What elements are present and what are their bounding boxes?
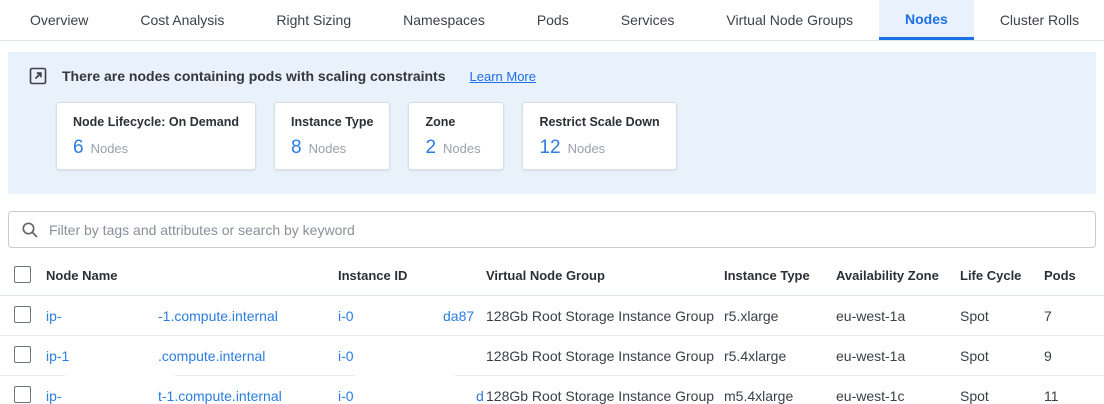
table-row[interactable]: ip-1 .compute.internal i-0 128Gb Root St…: [0, 336, 1104, 376]
card-unit: Nodes: [309, 141, 347, 156]
scale-up-icon: [28, 66, 48, 86]
node-name-fragment[interactable]: t-1.compute.internal: [158, 388, 282, 404]
row-checkbox[interactable]: [14, 346, 31, 363]
availability-zone-cell: eu-west-1c: [836, 388, 960, 404]
row-checkbox[interactable]: [14, 386, 31, 403]
card-zone[interactable]: Zone 2 Nodes: [408, 102, 504, 170]
card-unit: Nodes: [568, 141, 606, 156]
instance-id-fragment[interactable]: d: [476, 388, 484, 404]
col-instance-type: Instance Type: [724, 268, 836, 283]
life-cycle-cell: Spot: [960, 348, 1044, 364]
instance-type-cell: m5.4xlarge: [724, 388, 836, 404]
node-name-fragment[interactable]: ip-: [46, 308, 62, 324]
card-title: Restrict Scale Down: [539, 115, 659, 129]
node-name-fragment[interactable]: ip-1: [46, 348, 69, 364]
availability-zone-cell: eu-west-1a: [836, 308, 960, 324]
col-instance-id: Instance ID: [338, 268, 486, 283]
col-availability-zone: Availability Zone: [836, 268, 960, 283]
col-pods: Pods: [1044, 268, 1104, 283]
col-node-name: Node Name: [46, 268, 338, 283]
col-life-cycle: Life Cycle: [960, 268, 1044, 283]
tab-namespaces[interactable]: Namespaces: [377, 0, 511, 40]
instance-type-cell: r5.4xlarge: [724, 348, 836, 364]
search-icon: [21, 221, 39, 239]
col-virtual-node-group: Virtual Node Group: [486, 268, 724, 283]
life-cycle-cell: Spot: [960, 388, 1044, 404]
virtual-node-group-cell: 128Gb Root Storage Instance Group: [486, 388, 724, 404]
card-value: 12: [539, 137, 560, 159]
table-row[interactable]: ip- -1.compute.internal i-0 da87 128Gb R…: [0, 296, 1104, 336]
card-restrict-scale-down[interactable]: Restrict Scale Down 12 Nodes: [522, 102, 676, 170]
banner-message: There are nodes containing pods with sca…: [62, 68, 446, 84]
tab-nodes[interactable]: Nodes: [879, 0, 974, 40]
tab-cluster-rolls[interactable]: Cluster Rolls: [974, 0, 1104, 40]
tab-services[interactable]: Services: [595, 0, 701, 40]
virtual-node-group-cell: 128Gb Root Storage Instance Group: [486, 348, 724, 364]
node-name-fragment[interactable]: -1.compute.internal: [158, 308, 278, 324]
instance-type-cell: r5.xlarge: [724, 308, 836, 324]
card-title: Node Lifecycle: On Demand: [73, 115, 239, 129]
tab-bar: Overview Cost Analysis Right Sizing Name…: [0, 0, 1104, 41]
table-header-row: Node Name Instance ID Virtual Node Group…: [0, 256, 1104, 296]
node-name-fragment[interactable]: ip-: [46, 388, 62, 404]
node-name-fragment[interactable]: .compute.internal: [158, 348, 265, 364]
tab-overview[interactable]: Overview: [4, 0, 114, 40]
search-input[interactable]: [49, 222, 1083, 238]
pods-cell: 7: [1044, 308, 1104, 324]
scaling-constraints-banner: There are nodes containing pods with sca…: [8, 52, 1096, 194]
tab-virtual-node-groups[interactable]: Virtual Node Groups: [700, 0, 879, 40]
card-instance-type[interactable]: Instance Type 8 Nodes: [274, 102, 390, 170]
nodes-table: Node Name Instance ID Virtual Node Group…: [0, 256, 1104, 404]
card-node-lifecycle[interactable]: Node Lifecycle: On Demand 6 Nodes: [56, 102, 256, 170]
select-all-checkbox[interactable]: [14, 266, 31, 283]
filter-bar: [8, 211, 1096, 248]
redaction-patch: [65, 374, 175, 378]
card-title: Instance Type: [291, 115, 373, 129]
instance-id-fragment[interactable]: i-0: [338, 388, 354, 404]
pods-cell: 9: [1044, 348, 1104, 364]
tab-right-sizing[interactable]: Right Sizing: [250, 0, 377, 40]
card-title: Zone: [425, 115, 487, 129]
virtual-node-group-cell: 128Gb Root Storage Instance Group: [486, 308, 724, 324]
card-unit: Nodes: [91, 141, 129, 156]
redaction-patch: [355, 374, 455, 378]
instance-id-fragment[interactable]: da87: [443, 308, 474, 324]
availability-zone-cell: eu-west-1a: [836, 348, 960, 364]
tab-pods[interactable]: Pods: [511, 0, 595, 40]
life-cycle-cell: Spot: [960, 308, 1044, 324]
tab-cost-analysis[interactable]: Cost Analysis: [114, 0, 250, 40]
card-value: 8: [291, 137, 302, 159]
card-value: 6: [73, 137, 84, 159]
instance-id-fragment[interactable]: i-0: [338, 348, 354, 364]
card-value: 2: [425, 137, 436, 159]
instance-id-fragment[interactable]: i-0: [338, 308, 354, 324]
card-unit: Nodes: [443, 141, 481, 156]
learn-more-link[interactable]: Learn More: [470, 69, 536, 84]
row-checkbox[interactable]: [14, 306, 31, 323]
table-row[interactable]: ip- t-1.compute.internal i-0 d 128Gb Roo…: [0, 376, 1104, 404]
summary-cards: Node Lifecycle: On Demand 6 Nodes Instan…: [56, 102, 1096, 170]
pods-cell: 11: [1044, 388, 1104, 404]
